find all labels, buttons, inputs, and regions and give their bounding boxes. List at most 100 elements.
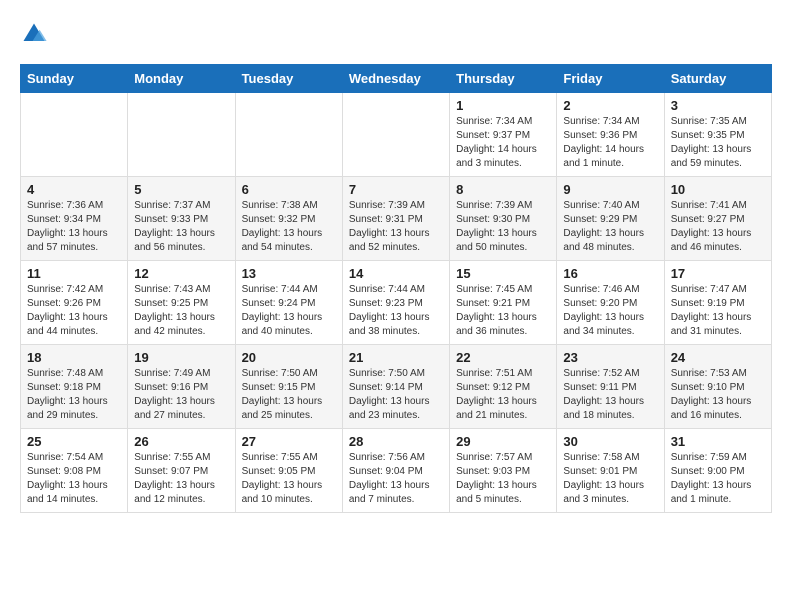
calendar-cell: 8 Sunrise: 7:39 AM Sunset: 9:30 PM Daylig… <box>450 177 557 261</box>
calendar-cell: 14 Sunrise: 7:44 AM Sunset: 9:23 PM Dayli… <box>342 261 449 345</box>
day-number: 31 <box>671 434 765 449</box>
day-number: 13 <box>242 266 336 281</box>
day-number: 9 <box>563 182 657 197</box>
day-info: Sunrise: 7:39 AM Sunset: 9:31 PM Dayligh… <box>349 200 430 253</box>
day-info: Sunrise: 7:45 AM Sunset: 9:21 PM Dayligh… <box>456 284 537 337</box>
day-info: Sunrise: 7:54 AM Sunset: 9:08 PM Dayligh… <box>27 452 108 505</box>
day-number: 17 <box>671 266 765 281</box>
calendar-cell: 6Sunrise: 7:38 AM Sunset: 9:32 PM Daylig… <box>235 177 342 261</box>
calendar-cell: 22 Sunrise: 7:51 AM Sunset: 9:12 PM Dayli… <box>450 345 557 429</box>
day-number: 4 <box>27 182 121 197</box>
calendar-cell: 25 Sunrise: 7:54 AM Sunset: 9:08 PM Dayli… <box>21 429 128 513</box>
day-number: 21 <box>349 350 443 365</box>
day-number: 30 <box>563 434 657 449</box>
day-info: Sunrise: 7:50 AM Sunset: 9:14 PM Dayligh… <box>349 368 430 421</box>
calendar-cell: 28 Sunrise: 7:56 AM Sunset: 9:04 PM Dayli… <box>342 429 449 513</box>
calendar-cell <box>128 93 235 177</box>
calendar-week-row: 18Sunrise: 7:48 AM Sunset: 9:18 PM Dayli… <box>21 345 772 429</box>
calendar-cell: 31 Sunrise: 7:59 AM Sunset: 9:00 PM Dayli… <box>664 429 771 513</box>
calendar-cell: 29Sunrise: 7:57 AM Sunset: 9:03 PM Dayli… <box>450 429 557 513</box>
day-info: Sunrise: 7:53 AM Sunset: 9:10 PM Dayligh… <box>671 368 752 421</box>
logo <box>20 20 54 48</box>
day-number: 7 <box>349 182 443 197</box>
day-number: 28 <box>349 434 443 449</box>
weekday-header-row: SundayMondayTuesdayWednesdayThursdayFrid… <box>21 65 772 93</box>
weekday-header: Friday <box>557 65 664 93</box>
day-number: 24 <box>671 350 765 365</box>
day-number: 26 <box>134 434 228 449</box>
calendar-week-row: 11 Sunrise: 7:42 AM Sunset: 9:26 PM Dayli… <box>21 261 772 345</box>
day-number: 12 <box>134 266 228 281</box>
day-info: Sunrise: 7:36 AM Sunset: 9:34 PM Dayligh… <box>27 200 108 253</box>
logo-icon <box>20 20 48 48</box>
calendar-table: SundayMondayTuesdayWednesdayThursdayFrid… <box>20 64 772 513</box>
day-number: 25 <box>27 434 121 449</box>
day-info: Sunrise: 7:59 AM Sunset: 9:00 PM Dayligh… <box>671 452 752 505</box>
day-number: 29 <box>456 434 550 449</box>
calendar-cell: 11 Sunrise: 7:42 AM Sunset: 9:26 PM Dayli… <box>21 261 128 345</box>
calendar-cell: 24 Sunrise: 7:53 AM Sunset: 9:10 PM Dayli… <box>664 345 771 429</box>
calendar-cell <box>235 93 342 177</box>
day-info: Sunrise: 7:34 AM Sunset: 9:36 PM Dayligh… <box>563 116 644 169</box>
day-info: Sunrise: 7:46 AM Sunset: 9:20 PM Dayligh… <box>563 284 644 337</box>
weekday-header: Thursday <box>450 65 557 93</box>
calendar-cell: 23 Sunrise: 7:52 AM Sunset: 9:11 PM Dayli… <box>557 345 664 429</box>
day-number: 22 <box>456 350 550 365</box>
calendar-cell <box>21 93 128 177</box>
day-info: Sunrise: 7:51 AM Sunset: 9:12 PM Dayligh… <box>456 368 537 421</box>
day-number: 27 <box>242 434 336 449</box>
calendar-week-row: 25 Sunrise: 7:54 AM Sunset: 9:08 PM Dayli… <box>21 429 772 513</box>
day-info: Sunrise: 7:47 AM Sunset: 9:19 PM Dayligh… <box>671 284 752 337</box>
calendar-cell: 26 Sunrise: 7:55 AM Sunset: 9:07 PM Dayli… <box>128 429 235 513</box>
calendar-cell: 19 Sunrise: 7:49 AM Sunset: 9:16 PM Dayli… <box>128 345 235 429</box>
day-info: Sunrise: 7:41 AM Sunset: 9:27 PM Dayligh… <box>671 200 752 253</box>
day-number: 3 <box>671 98 765 113</box>
day-info: Sunrise: 7:55 AM Sunset: 9:07 PM Dayligh… <box>134 452 215 505</box>
day-info: Sunrise: 7:55 AM Sunset: 9:05 PM Dayligh… <box>242 452 323 505</box>
day-info: Sunrise: 7:58 AM Sunset: 9:01 PM Dayligh… <box>563 452 644 505</box>
day-number: 16 <box>563 266 657 281</box>
calendar-cell: 17 Sunrise: 7:47 AM Sunset: 9:19 PM Dayli… <box>664 261 771 345</box>
day-info: Sunrise: 7:48 AM Sunset: 9:18 PM Dayligh… <box>27 368 108 421</box>
day-number: 15 <box>456 266 550 281</box>
calendar-cell: 13 Sunrise: 7:44 AM Sunset: 9:24 PM Dayli… <box>235 261 342 345</box>
calendar-cell: 5Sunrise: 7:37 AM Sunset: 9:33 PM Daylig… <box>128 177 235 261</box>
calendar-cell: 15 Sunrise: 7:45 AM Sunset: 9:21 PM Dayli… <box>450 261 557 345</box>
day-number: 8 <box>456 182 550 197</box>
calendar-cell: 3 Sunrise: 7:35 AM Sunset: 9:35 PM Daylig… <box>664 93 771 177</box>
day-number: 20 <box>242 350 336 365</box>
day-info: Sunrise: 7:38 AM Sunset: 9:32 PM Dayligh… <box>242 200 323 253</box>
day-info: Sunrise: 7:44 AM Sunset: 9:23 PM Dayligh… <box>349 284 430 337</box>
day-info: Sunrise: 7:40 AM Sunset: 9:29 PM Dayligh… <box>563 200 644 253</box>
day-number: 11 <box>27 266 121 281</box>
calendar-cell <box>342 93 449 177</box>
calendar-cell: 7 Sunrise: 7:39 AM Sunset: 9:31 PM Daylig… <box>342 177 449 261</box>
day-info: Sunrise: 7:50 AM Sunset: 9:15 PM Dayligh… <box>242 368 323 421</box>
day-info: Sunrise: 7:43 AM Sunset: 9:25 PM Dayligh… <box>134 284 215 337</box>
calendar-cell: 30 Sunrise: 7:58 AM Sunset: 9:01 PM Dayli… <box>557 429 664 513</box>
day-info: Sunrise: 7:56 AM Sunset: 9:04 PM Dayligh… <box>349 452 430 505</box>
calendar-cell: 12 Sunrise: 7:43 AM Sunset: 9:25 PM Dayli… <box>128 261 235 345</box>
calendar-cell: 20 Sunrise: 7:50 AM Sunset: 9:15 PM Dayli… <box>235 345 342 429</box>
calendar-cell: 1Sunrise: 7:34 AM Sunset: 9:37 PM Daylig… <box>450 93 557 177</box>
calendar-cell: 2 Sunrise: 7:34 AM Sunset: 9:36 PM Daylig… <box>557 93 664 177</box>
day-info: Sunrise: 7:37 AM Sunset: 9:33 PM Dayligh… <box>134 200 215 253</box>
day-info: Sunrise: 7:42 AM Sunset: 9:26 PM Dayligh… <box>27 284 108 337</box>
day-info: Sunrise: 7:35 AM Sunset: 9:35 PM Dayligh… <box>671 116 752 169</box>
calendar-week-row: 1Sunrise: 7:34 AM Sunset: 9:37 PM Daylig… <box>21 93 772 177</box>
weekday-header: Tuesday <box>235 65 342 93</box>
calendar-cell: 21 Sunrise: 7:50 AM Sunset: 9:14 PM Dayli… <box>342 345 449 429</box>
calendar-cell: 4 Sunrise: 7:36 AM Sunset: 9:34 PM Daylig… <box>21 177 128 261</box>
weekday-header: Monday <box>128 65 235 93</box>
day-number: 19 <box>134 350 228 365</box>
day-number: 10 <box>671 182 765 197</box>
day-number: 23 <box>563 350 657 365</box>
day-info: Sunrise: 7:49 AM Sunset: 9:16 PM Dayligh… <box>134 368 215 421</box>
day-info: Sunrise: 7:39 AM Sunset: 9:30 PM Dayligh… <box>456 200 537 253</box>
day-info: Sunrise: 7:44 AM Sunset: 9:24 PM Dayligh… <box>242 284 323 337</box>
calendar-week-row: 4 Sunrise: 7:36 AM Sunset: 9:34 PM Daylig… <box>21 177 772 261</box>
calendar-cell: 27 Sunrise: 7:55 AM Sunset: 9:05 PM Dayli… <box>235 429 342 513</box>
day-number: 2 <box>563 98 657 113</box>
day-info: Sunrise: 7:52 AM Sunset: 9:11 PM Dayligh… <box>563 368 644 421</box>
day-number: 14 <box>349 266 443 281</box>
